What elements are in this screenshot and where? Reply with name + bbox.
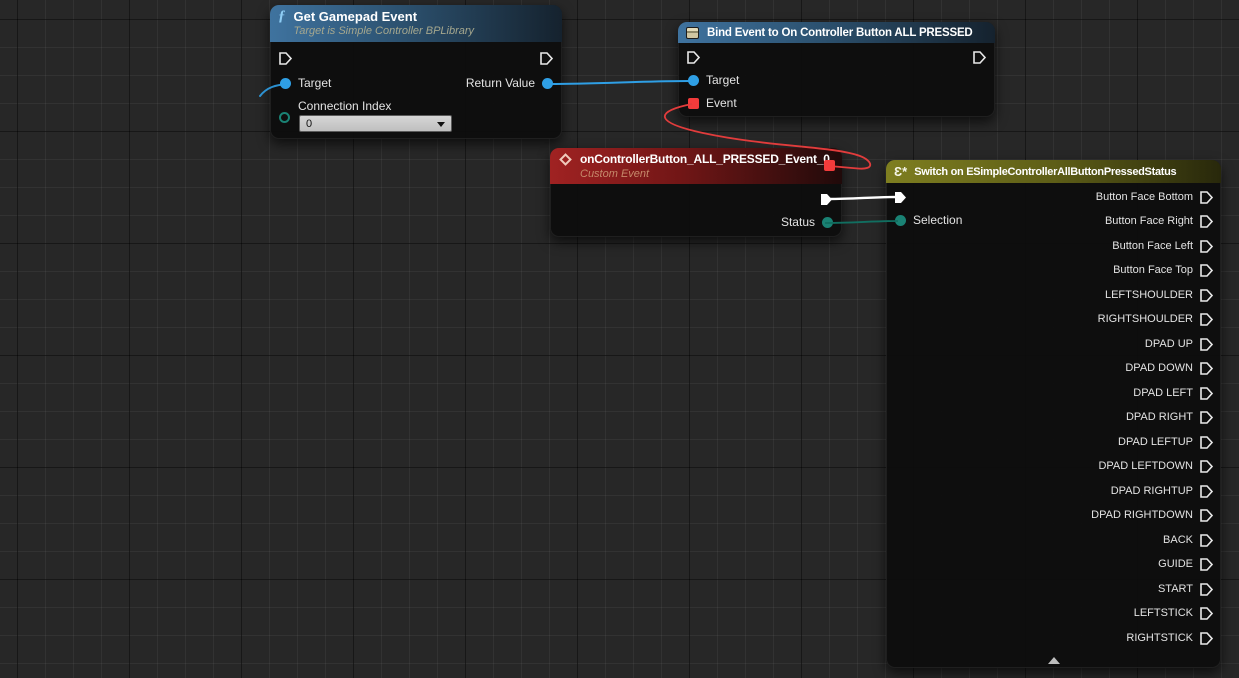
node-get-gamepad-event[interactable]: ƒ Get Gamepad Event Target is Simple Con…: [270, 5, 562, 139]
switch-output-label: GUIDE: [1158, 558, 1193, 571]
switch-exec-out-pin[interactable]: [1199, 631, 1214, 646]
switch-output-label: DPAD DOWN: [1125, 362, 1193, 375]
switch-exec-out-pin[interactable]: [1199, 361, 1214, 376]
event-delegate-pin[interactable]: [688, 98, 699, 109]
event-pin-label: Event: [706, 97, 737, 110]
custom-event-icon: [559, 153, 572, 166]
return-value-pin[interactable]: [542, 78, 553, 89]
connection-index-pin[interactable]: [279, 112, 290, 123]
target-pin-label: Target: [706, 74, 739, 87]
switch-output-label: RIGHTSHOULDER: [1098, 313, 1193, 326]
switch-output-label: DPAD RIGHTUP: [1111, 485, 1193, 498]
connection-index-value: 0: [306, 118, 312, 130]
node-header[interactable]: Bind Event to On Controller Button ALL P…: [678, 22, 995, 43]
switch-output-label: Button Face Left: [1112, 240, 1193, 253]
node-title: Get Gamepad Event: [294, 8, 475, 25]
switch-exec-out-pin[interactable]: [1199, 337, 1214, 352]
selection-pin[interactable]: [895, 215, 906, 226]
switch-exec-out-pin[interactable]: [1199, 508, 1214, 523]
connection-index-label: Connection Index: [298, 100, 391, 113]
node-header[interactable]: ƒ Get Gamepad Event Target is Simple Con…: [270, 5, 562, 42]
status-pin-label: Status: [781, 216, 815, 229]
node-bind-event[interactable]: Bind Event to On Controller Button ALL P…: [678, 22, 995, 117]
node-header[interactable]: Ɛ* Switch on ESimpleControllerAllButtonP…: [886, 160, 1221, 183]
switch-output-label: DPAD LEFT: [1133, 387, 1193, 400]
switch-output-label: BACK: [1163, 534, 1193, 547]
function-icon: ƒ: [278, 8, 286, 25]
switch-icon: Ɛ*: [894, 164, 907, 180]
node-subtitle: Custom Event: [580, 168, 830, 181]
switch-exec-out-pin[interactable]: [1199, 533, 1214, 548]
switch-exec-out-pin[interactable]: [1199, 263, 1214, 278]
chevron-down-icon: [437, 122, 445, 127]
switch-output-label: START: [1158, 583, 1193, 596]
switch-output-label: Button Face Top: [1113, 264, 1193, 277]
collapse-advanced-pins-arrow[interactable]: [1048, 657, 1060, 664]
switch-exec-out-pin[interactable]: [1199, 410, 1214, 425]
switch-output-label: DPAD LEFTDOWN: [1098, 460, 1193, 473]
switch-exec-out-pin[interactable]: [1199, 312, 1214, 327]
node-header[interactable]: onControllerButton_ALL_PRESSED_Event_0 C…: [550, 148, 842, 184]
node-title: Bind Event to On Controller Button ALL P…: [707, 25, 973, 42]
switch-exec-out-pin[interactable]: [1199, 239, 1214, 254]
switch-output-label: DPAD RIGHT: [1126, 411, 1193, 424]
connection-index-dropdown[interactable]: 0: [299, 115, 452, 132]
node-title: Switch on ESimpleControllerAllButtonPres…: [914, 164, 1176, 181]
switch-exec-out-pin[interactable]: [1199, 557, 1214, 572]
delegate-out-pin[interactable]: [824, 160, 835, 171]
exec-out-pin[interactable]: [972, 50, 987, 65]
switch-output-label: LEFTSTICK: [1134, 607, 1193, 620]
bind-event-icon: [686, 27, 699, 39]
switch-exec-out-pin[interactable]: [1199, 435, 1214, 450]
exec-in-pin[interactable]: [893, 190, 908, 205]
switch-exec-out-pin[interactable]: [1199, 459, 1214, 474]
switch-exec-out-pin[interactable]: [1199, 288, 1214, 303]
switch-output-label: Button Face Bottom: [1096, 191, 1193, 204]
node-subtitle: Target is Simple Controller BPLibrary: [294, 25, 475, 38]
node-switch-enum[interactable]: Ɛ* Switch on ESimpleControllerAllButtonP…: [886, 160, 1221, 668]
wire-object: [549, 81, 690, 84]
target-pin[interactable]: [688, 75, 699, 86]
switch-exec-out-pin[interactable]: [1199, 386, 1214, 401]
switch-output-label: RIGHTSTICK: [1126, 632, 1193, 645]
exec-in-pin[interactable]: [686, 50, 701, 65]
switch-output-label: DPAD RIGHTDOWN: [1091, 509, 1193, 522]
node-title: onControllerButton_ALL_PRESSED_Event_0: [580, 151, 830, 168]
exec-out-pin[interactable]: [819, 192, 834, 207]
switch-exec-out-pin[interactable]: [1199, 606, 1214, 621]
switch-output-label: DPAD UP: [1145, 338, 1193, 351]
return-value-pin-label: Return Value: [466, 77, 535, 90]
target-pin-label: Target: [298, 77, 331, 90]
target-pin[interactable]: [280, 78, 291, 89]
switch-exec-out-pin[interactable]: [1199, 582, 1214, 597]
exec-in-pin[interactable]: [278, 51, 293, 66]
switch-exec-out-pin[interactable]: [1199, 190, 1214, 205]
switch-exec-out-pin[interactable]: [1199, 214, 1214, 229]
node-custom-event[interactable]: onControllerButton_ALL_PRESSED_Event_0 C…: [550, 148, 842, 237]
blueprint-graph-canvas[interactable]: ƒ Get Gamepad Event Target is Simple Con…: [0, 0, 1239, 678]
exec-out-pin[interactable]: [539, 51, 554, 66]
selection-pin-label: Selection: [913, 214, 962, 227]
switch-output-label: Button Face Right: [1105, 215, 1193, 228]
switch-exec-out-pin[interactable]: [1199, 484, 1214, 499]
switch-output-label: LEFTSHOULDER: [1105, 289, 1193, 302]
status-pin[interactable]: [822, 217, 833, 228]
switch-output-label: DPAD LEFTUP: [1118, 436, 1193, 449]
